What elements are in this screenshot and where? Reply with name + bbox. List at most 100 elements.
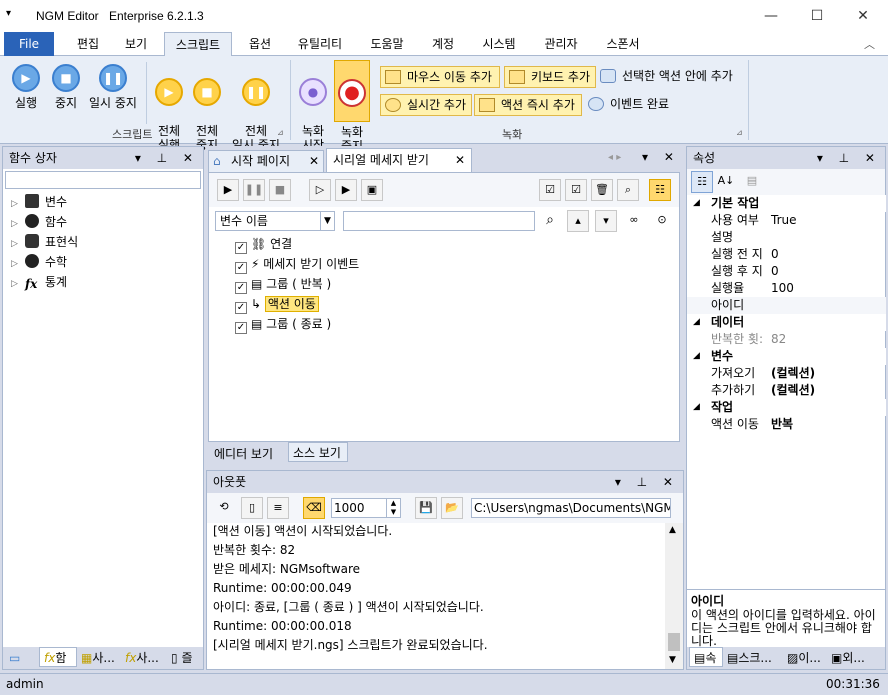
- pause-icon[interactable]: ❚❚: [243, 179, 265, 201]
- prop-value[interactable]: (컬렉션): [771, 365, 815, 382]
- menu-sponsor[interactable]: 스폰서: [598, 32, 648, 56]
- tab-start-page[interactable]: ⌂ 시작 페이지 ✕: [208, 150, 324, 172]
- scroll-thumb[interactable]: [668, 633, 680, 651]
- menu-admin[interactable]: 관리자: [536, 32, 586, 56]
- tree-item-expressions[interactable]: ▷ 표현식: [11, 233, 78, 251]
- run-button[interactable]: ▶ 실행: [6, 64, 46, 110]
- action-group-end[interactable]: ✓ ▤ 그룹 ( 종료 ): [235, 315, 331, 334]
- property-row[interactable]: 실행 전 지 0: [687, 246, 886, 263]
- tab-properties[interactable]: ▤속: [689, 647, 723, 667]
- checkbox[interactable]: ✓: [235, 302, 247, 314]
- run-all-button[interactable]: ▶ 전체 실행: [150, 64, 188, 152]
- dialog-launcher-icon[interactable]: ⊿: [277, 128, 284, 137]
- tab-nav-icons[interactable]: ◂ ▸: [608, 152, 621, 163]
- action-group-repeat[interactable]: ✓ ▤ 그룹 ( 반복 ): [235, 275, 331, 294]
- maximize-icon[interactable]: ☐: [794, 0, 840, 32]
- search-icon[interactable]: ⌕: [617, 179, 639, 201]
- stop-all-button[interactable]: ■ 전체 중지: [188, 64, 226, 152]
- sort-az-icon[interactable]: A↓: [715, 171, 737, 193]
- prop-value[interactable]: 0: [771, 263, 779, 280]
- tab-left-5[interactable]: ▯ 즐: [167, 648, 203, 668]
- collapse-ribbon-icon[interactable]: ︿: [864, 36, 875, 52]
- menu-utility[interactable]: 유틸리티: [290, 32, 350, 56]
- prop-value[interactable]: (컬렉션): [771, 382, 815, 399]
- tab-left-4[interactable]: fx사...: [121, 648, 167, 668]
- menu-help[interactable]: 도움말: [362, 32, 412, 56]
- step-over-icon[interactable]: ▣: [361, 179, 383, 201]
- action-connect[interactable]: ✓ ⛓ 연결: [235, 235, 292, 254]
- property-row[interactable]: 사용 여부 True: [687, 212, 886, 229]
- run-icon[interactable]: ▶: [217, 179, 239, 201]
- chevron-down-icon[interactable]: ▼: [320, 212, 334, 230]
- tab-left-2[interactable]: fx함: [39, 647, 77, 667]
- pause-all-button[interactable]: ❚❚ 전체 일시 중지: [228, 64, 284, 152]
- tree-item-statistics[interactable]: ▷ fx 통계: [11, 273, 67, 291]
- property-row[interactable]: 실행 후 지 0: [687, 263, 886, 280]
- collapse-icon[interactable]: ◢: [693, 314, 700, 331]
- tab-source-view[interactable]: 소스 보기: [288, 442, 348, 462]
- property-row[interactable]: 아이디: [687, 297, 886, 314]
- event-complete-button[interactable]: 이벤트 완료: [586, 94, 678, 116]
- menu-account[interactable]: 계정: [424, 32, 462, 56]
- new-doc-icon[interactable]: ▯: [241, 497, 263, 519]
- scrollbar[interactable]: ▲ ▼: [665, 523, 683, 669]
- menu-edit[interactable]: 편집: [70, 32, 106, 56]
- tab-scripts[interactable]: ▤스크...: [723, 648, 783, 668]
- app-menu-icon[interactable]: ▾: [6, 8, 11, 19]
- more-icon[interactable]: ⊙: [651, 210, 673, 232]
- list-icon[interactable]: ≡: [267, 497, 289, 519]
- property-row[interactable]: 액션 이동 반복: [687, 416, 886, 433]
- prop-value[interactable]: 반복: [771, 416, 793, 433]
- stepper-icon[interactable]: ▲ ▼: [386, 499, 400, 517]
- tab-serial-message[interactable]: 시리얼 메세지 받기 ✕: [326, 148, 472, 172]
- collapse-icon[interactable]: ◢: [693, 399, 700, 416]
- tab-left-3[interactable]: ▦사...: [77, 648, 121, 668]
- tree-item-functions[interactable]: ▷ 함수: [11, 213, 67, 231]
- property-pages-icon[interactable]: ▤: [741, 171, 763, 193]
- add-keyboard-button[interactable]: 키보드 추가: [504, 66, 596, 88]
- delete-icon[interactable]: 🗑: [591, 179, 613, 201]
- action-move[interactable]: ✓ ↳ 액션 이동: [235, 295, 319, 314]
- menu-view[interactable]: 보기: [118, 32, 154, 56]
- property-row[interactable]: 추가하기 (컬렉션): [687, 382, 886, 399]
- add-realtime-button[interactable]: 실시간 추가: [380, 94, 472, 116]
- checkbox[interactable]: ✓: [235, 262, 247, 274]
- checkbox[interactable]: ✓: [235, 322, 247, 334]
- pause-button[interactable]: ❚❚ 일시 중지: [86, 64, 140, 110]
- property-row[interactable]: 반복한 횟: 82: [687, 331, 886, 348]
- tree-view-icon[interactable]: ☷: [649, 179, 671, 201]
- menu-options[interactable]: 옵션: [242, 32, 278, 56]
- minimize-icon[interactable]: —: [748, 0, 794, 32]
- prop-value[interactable]: 0: [771, 246, 779, 263]
- panel-controls[interactable]: ▾ ⊥ ✕: [135, 147, 199, 169]
- category-task[interactable]: ◢ 작업: [687, 399, 886, 416]
- tab-external[interactable]: ▣외...: [827, 648, 883, 668]
- filter-input[interactable]: [343, 211, 535, 231]
- collapse-icon[interactable]: ◢: [693, 348, 700, 365]
- tab-images[interactable]: ▨이...: [783, 648, 827, 668]
- property-row[interactable]: 설명: [687, 229, 886, 246]
- step-into-icon[interactable]: ▶: [335, 179, 357, 201]
- filter-select[interactable]: 변수 이름 ▼: [215, 211, 335, 231]
- add-inside-action-button[interactable]: 선택한 액션 안에 추가: [598, 66, 748, 88]
- menu-system[interactable]: 시스템: [474, 32, 524, 56]
- check-icon[interactable]: ☑: [565, 179, 587, 201]
- stop-button[interactable]: ■ 중지: [46, 64, 86, 110]
- record-start-button[interactable]: ● 녹화 시작: [296, 64, 330, 152]
- save-icon[interactable]: 💾: [415, 497, 437, 519]
- tab-left-1[interactable]: ▭ 도: [5, 648, 39, 685]
- checkbox[interactable]: ✓: [235, 242, 247, 254]
- menu-file[interactable]: File: [4, 32, 54, 56]
- search-icon[interactable]: ⌕: [539, 210, 561, 232]
- property-row[interactable]: 가져오기 (컬렉션): [687, 365, 886, 382]
- prop-value[interactable]: True: [771, 212, 797, 229]
- delay-input[interactable]: 1000 ▲ ▼: [331, 498, 401, 518]
- action-receive-event[interactable]: ✓ ⚡ 메세지 받기 이벤트: [235, 255, 359, 274]
- open-folder-icon[interactable]: 📂: [441, 497, 463, 519]
- prop-value[interactable]: 100: [771, 280, 794, 297]
- panel-controls[interactable]: ▾ ⊥ ✕: [615, 471, 679, 493]
- add-mouse-move-button[interactable]: 마우스 이동 추가: [380, 66, 500, 88]
- panel-controls[interactable]: ▾ ⊥ ✕: [817, 147, 881, 169]
- move-down-icon[interactable]: ▾: [595, 210, 617, 232]
- tree-item-math[interactable]: ▷ 수학: [11, 253, 67, 271]
